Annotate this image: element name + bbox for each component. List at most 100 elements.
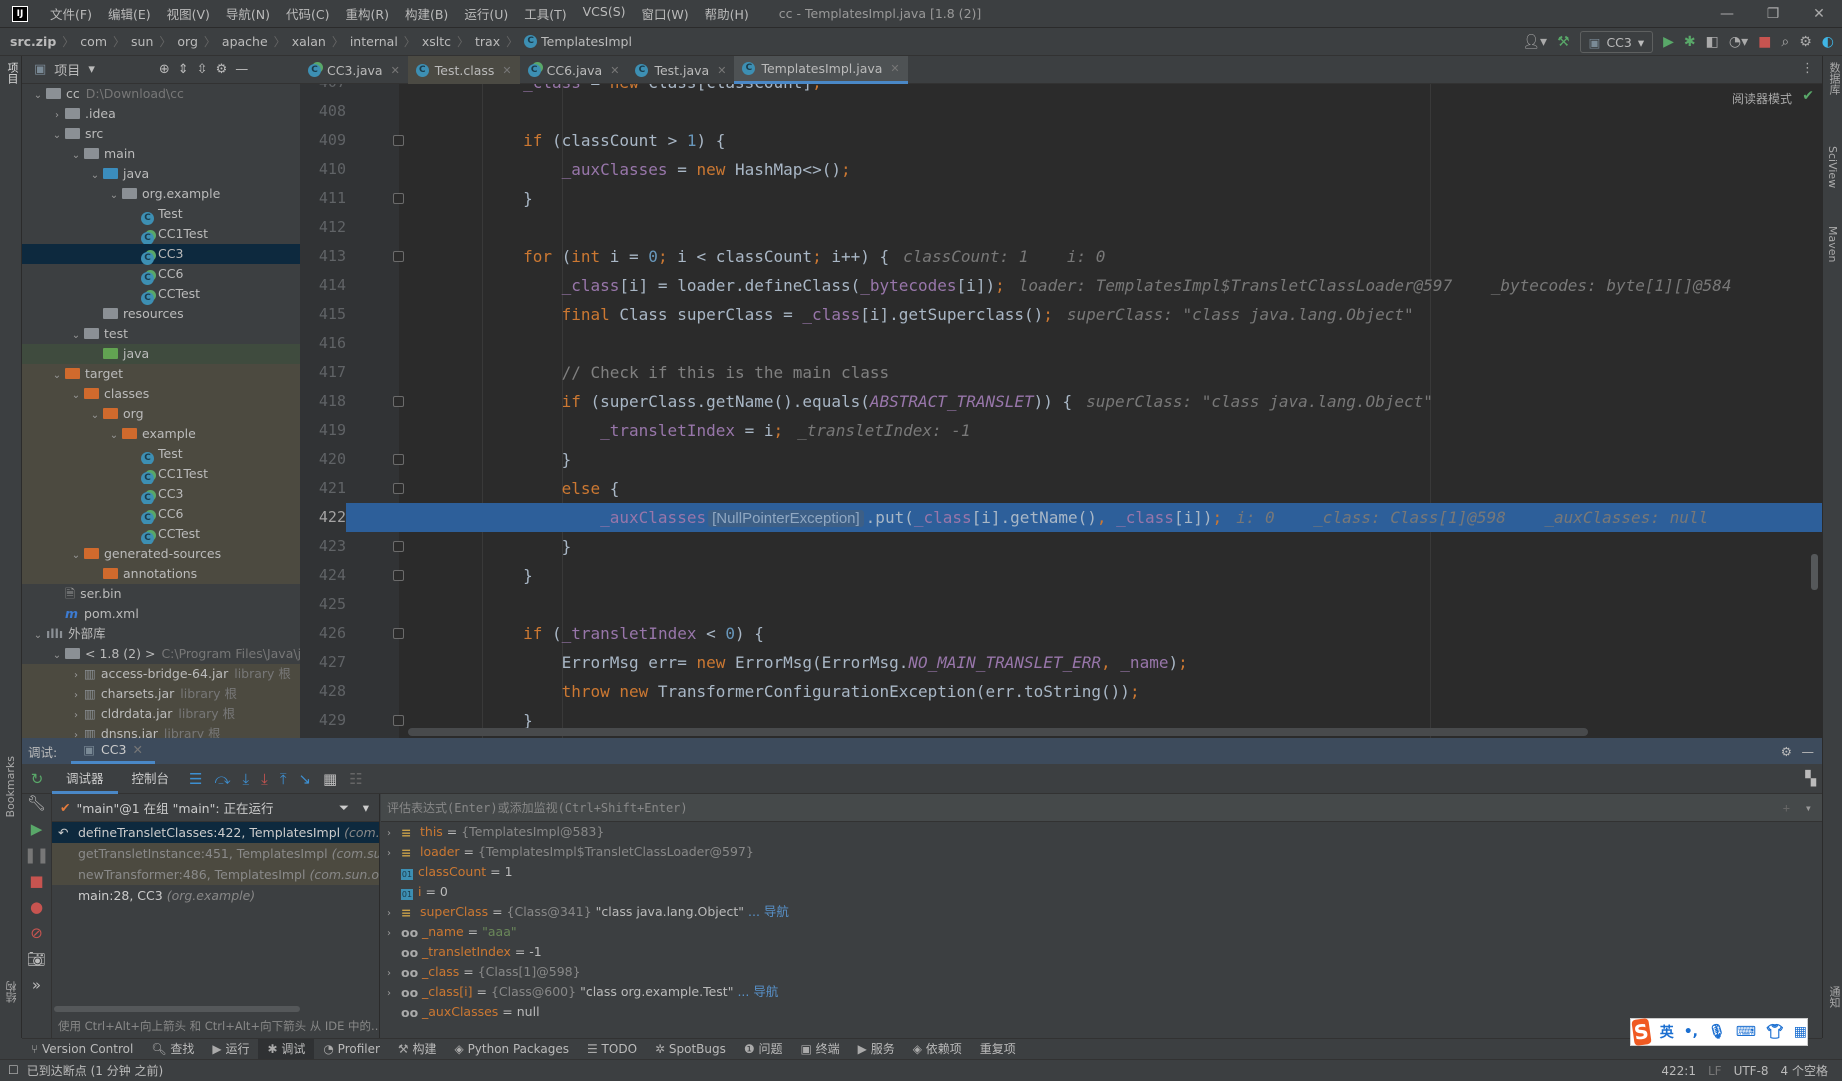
tool-window-button[interactable]: ❶ 问题 <box>735 1039 792 1060</box>
line-number[interactable]: 411 <box>300 184 346 213</box>
breadcrumb-item[interactable]: xsltc <box>422 34 451 49</box>
chevron-right-icon[interactable]: › <box>387 984 401 1004</box>
layout-icon[interactable]: ☰ <box>189 770 202 788</box>
close-icon[interactable]: ✕ <box>132 742 142 757</box>
tree-item[interactable]: resources <box>22 304 300 324</box>
code-line[interactable]: 423 } <box>300 532 1822 561</box>
hide-icon[interactable]: — <box>235 62 248 77</box>
chevron-right-icon[interactable]: › <box>68 706 84 726</box>
breadcrumb-item[interactable]: src.zip <box>10 34 56 49</box>
step-over-icon[interactable]: ⤼ <box>214 770 230 788</box>
code-line[interactable]: 417 // Check if this is the main class <box>300 358 1822 387</box>
chevron-down-icon[interactable]: ⌄ <box>30 86 46 106</box>
chevron-right-icon[interactable]: › <box>68 666 84 686</box>
line-number[interactable]: 421 <box>300 474 346 503</box>
fold-marker-icon[interactable] <box>393 715 404 726</box>
chevron-right-icon[interactable]: › <box>68 726 84 738</box>
editor-tab[interactable]: C CC3.java ✕ <box>300 56 408 84</box>
force-step-into-icon[interactable]: ⤓ <box>261 770 268 788</box>
tree-item[interactable]: C Test <box>22 444 300 465</box>
editor-tab[interactable]: C CC6.java ✕ <box>520 56 628 84</box>
tool-window-button[interactable]: 重复项 <box>971 1039 1025 1060</box>
stop-icon[interactable]: ■ <box>22 872 51 898</box>
fold-marker-icon[interactable] <box>393 251 404 262</box>
tool-window-button[interactable]: ⚒ 构建 <box>389 1039 446 1060</box>
menu-item[interactable]: 代码(C) <box>278 4 337 23</box>
stack-frame[interactable]: newTransformer:486, TemplatesImpl (com.s… <box>52 864 379 885</box>
close-window-button[interactable]: ✕ <box>1796 0 1842 28</box>
filter-icon[interactable]: ⏷ <box>339 800 349 816</box>
evaluate-icon[interactable]: ▦ <box>323 770 337 788</box>
line-number[interactable]: 408 <box>300 97 346 126</box>
panel-toggle-icon[interactable]: ☐ <box>8 1063 19 1077</box>
variable-row[interactable]: oo _auxClasses = null <box>381 1002 1822 1022</box>
keyboard-icon[interactable]: ⌨ <box>1736 1024 1756 1040</box>
tool-window-button[interactable]: ▣ 终端 <box>791 1039 848 1060</box>
line-number[interactable]: 414 <box>300 271 346 300</box>
variable-row[interactable]: › oo _name = "aaa" <box>381 922 1822 942</box>
user-icon[interactable]: 👤︎▾ <box>1522 34 1547 50</box>
coverage-icon[interactable]: ◧ <box>1706 34 1719 50</box>
breadcrumb-item[interactable]: xalan <box>292 34 326 49</box>
variable-row[interactable]: oo _transletIndex = -1 <box>381 942 1822 962</box>
camera-icon[interactable]: 📷︎ <box>22 950 51 976</box>
tree-item[interactable]: ⌄ test <box>22 324 300 344</box>
hide-icon[interactable]: — <box>1802 744 1815 759</box>
breadcrumb-item[interactable]: trax <box>475 34 500 49</box>
wrench-icon[interactable]: 🔧︎ <box>22 794 51 820</box>
chevron-down-icon[interactable]: ⌄ <box>49 126 65 146</box>
code-line[interactable]: 413 for (int i = 0; i < classCount; i++)… <box>300 242 1822 271</box>
breadcrumb-item[interactable]: TemplatesImpl <box>541 34 632 49</box>
line-number[interactable]: 417 <box>300 358 346 387</box>
tab-debugger[interactable]: 调试器 <box>52 764 118 794</box>
tree-item[interactable]: C CC6 <box>22 504 300 525</box>
tree-item[interactable]: › .idea <box>22 104 300 124</box>
variable-row[interactable]: › ≡ superClass = {Class@341} "class java.l… <box>381 902 1822 922</box>
editor-tab[interactable]: C Test.class ✕ <box>407 56 520 84</box>
tool-window-button[interactable]: ◈ Python Packages <box>446 1039 578 1060</box>
code-line[interactable]: 409 if (classCount > 1) { <box>300 126 1822 155</box>
tree-item[interactable]: ⌄ org <box>22 404 300 424</box>
tree-item[interactable]: › ▥ access-bridge-64.jar library 根 <box>22 664 300 684</box>
variable-row[interactable]: › ≡ this = {TemplatesImpl@583} <box>381 822 1822 842</box>
chevron-down-icon[interactable]: ⌄ <box>87 406 103 426</box>
more-icon[interactable]: ⋮ <box>1801 61 1814 76</box>
more-icon[interactable]: » <box>22 976 51 1002</box>
project-view-selector[interactable]: 项目 <box>54 60 80 79</box>
chevron-down-icon[interactable]: ⌄ <box>68 546 84 566</box>
code-line[interactable]: 408 <box>300 97 1822 126</box>
indent-setting[interactable]: 4 个空格 <box>1781 1062 1828 1079</box>
tree-item[interactable]: C CC1Test <box>22 464 300 485</box>
tool-window-button[interactable]: ✱ 调试 <box>258 1038 315 1060</box>
close-icon[interactable]: ✕ <box>717 64 726 77</box>
menu-item[interactable]: 帮助(H) <box>697 4 757 23</box>
stop-icon[interactable]: ■ <box>1758 34 1771 50</box>
tree-item[interactable]: ⌄ classes <box>22 384 300 404</box>
bookmarks-tool-button[interactable]: Bookmarks <box>4 756 17 817</box>
menu-item[interactable]: 导航(N) <box>218 4 278 23</box>
run-config-dropdown[interactable]: ▣ CC3 ▾ <box>1579 31 1654 53</box>
code-line[interactable]: 407 _class = new Class[classCount]; <box>300 84 1822 97</box>
profile-icon[interactable]: ◔▾ <box>1729 34 1748 50</box>
tree-item[interactable]: m pom.xml <box>22 604 300 624</box>
menu-item[interactable]: 文件(F) <box>42 4 100 23</box>
line-number[interactable]: 424 <box>300 561 346 590</box>
tree-item[interactable]: ⌄ main <box>22 144 300 164</box>
chevron-right-icon[interactable]: › <box>387 824 401 844</box>
chevron-down-icon[interactable]: ⌄ <box>106 426 122 446</box>
code-line[interactable]: 426 if (_transletIndex < 0) { <box>300 619 1822 648</box>
trace-icon[interactable]: ☷ <box>349 770 362 788</box>
toolbox-icon[interactable]: ▦ <box>1794 1024 1807 1040</box>
menu-item[interactable]: 视图(V) <box>159 4 218 23</box>
tree-item[interactable]: ⌄ < 1.8 (2) > C:\Program Files\Java\jdk <box>22 644 300 664</box>
thread-selector[interactable]: ✔ "main"@1 在组 "main": 正在运行 ⏷ ▾ <box>52 794 379 822</box>
caret-position[interactable]: 422:1 <box>1661 1064 1696 1078</box>
structure-tool-button[interactable]: 结构 <box>4 981 20 1003</box>
code-line[interactable]: 415 final Class superClass = _class[i].g… <box>300 300 1822 329</box>
chevron-down-icon[interactable]: ⌄ <box>49 366 65 386</box>
tool-window-button[interactable]: ▶ 服务 <box>849 1039 904 1060</box>
fold-marker-icon[interactable] <box>393 135 404 146</box>
tree-item[interactable]: C CCTest <box>22 524 300 545</box>
breadcrumb-item[interactable]: internal <box>350 34 398 49</box>
tree-item[interactable]: C CC3 <box>22 244 300 265</box>
